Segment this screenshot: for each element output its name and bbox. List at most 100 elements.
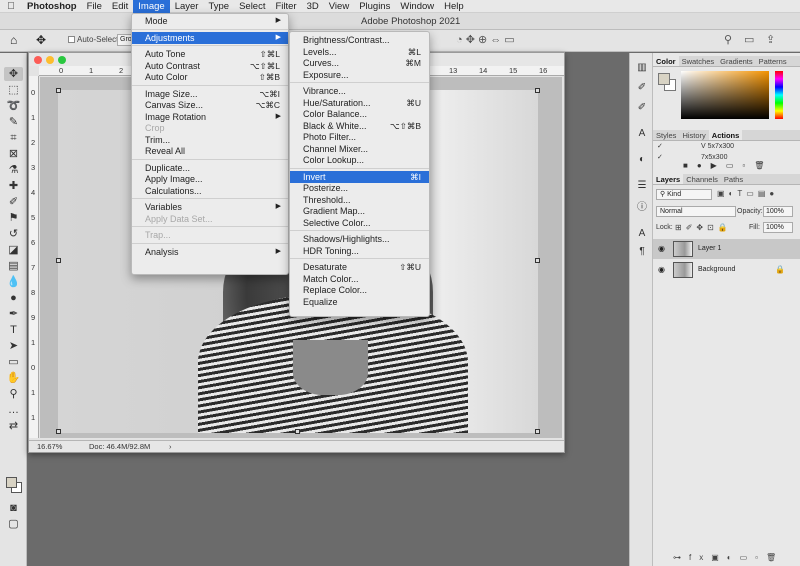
adjustments-item-selective-color[interactable]: Selective Color... bbox=[290, 217, 429, 229]
blend-mode-dropdown[interactable]: Normal bbox=[656, 206, 736, 217]
layer-row[interactable]: ◉ Background 🔒 bbox=[653, 260, 800, 280]
image-menu-item-canvas-size[interactable]: Canvas Size... ⌥⌘C bbox=[132, 99, 288, 111]
blur-tool-icon[interactable]: 💧 bbox=[4, 275, 23, 289]
image-menu-item-reveal-all[interactable]: Reveal All bbox=[132, 145, 288, 157]
menu-file[interactable]: File bbox=[82, 0, 107, 13]
adjustments-item-posterize[interactable]: Posterize... bbox=[290, 182, 429, 194]
image-menu-item-analysis[interactable]: Analysis ▶ bbox=[132, 246, 288, 258]
transform-handle[interactable] bbox=[56, 429, 61, 434]
clone-stamp-icon[interactable]: ⚑ bbox=[4, 211, 23, 225]
menu-select[interactable]: Select bbox=[234, 0, 270, 13]
zoom-window-icon[interactable] bbox=[58, 56, 66, 64]
adjustments-item-vibrance[interactable]: Vibrance... bbox=[290, 85, 429, 97]
search-icon[interactable]: ⚲ bbox=[724, 33, 732, 46]
close-window-icon[interactable] bbox=[34, 56, 42, 64]
transform-handle[interactable] bbox=[56, 258, 61, 263]
adjustments-item-curves[interactable]: Curves... ⌘M bbox=[290, 57, 429, 69]
adjustments-item-color-balance[interactable]: Color Balance... bbox=[290, 108, 429, 120]
tab-actions[interactable]: Actions bbox=[708, 130, 743, 140]
pen-tool-icon[interactable]: ✒ bbox=[4, 307, 23, 321]
tab-history[interactable]: History bbox=[679, 130, 708, 140]
layer-filter-dropdown[interactable]: ⚲ Kind bbox=[656, 189, 712, 200]
healing-brush-icon[interactable]: ✚ bbox=[4, 179, 23, 193]
menu-help[interactable]: Help bbox=[439, 0, 469, 13]
transform-handle[interactable] bbox=[535, 258, 540, 263]
screen-mode-icon[interactable]: ▢ bbox=[4, 517, 23, 531]
adjustments-item-photo-filter[interactable]: Photo Filter... bbox=[290, 131, 429, 143]
properties-panel-icon[interactable]: ☰ bbox=[635, 179, 649, 193]
transform-handle[interactable] bbox=[535, 429, 540, 434]
tab-styles[interactable]: Styles bbox=[653, 130, 679, 140]
layer-row[interactable]: ◉ Layer 1 bbox=[653, 239, 800, 259]
hue-slider[interactable] bbox=[775, 71, 783, 119]
image-menu-item-image-rotation[interactable]: Image Rotation ▶ bbox=[132, 111, 288, 123]
eye-icon[interactable]: ◉ bbox=[658, 265, 665, 274]
menu-view[interactable]: View bbox=[324, 0, 354, 13]
menu-image[interactable]: Image bbox=[133, 0, 170, 13]
path-select-icon[interactable]: ➤ bbox=[4, 339, 23, 353]
more-tools-icon[interactable]: … bbox=[4, 403, 23, 417]
menu-photoshop[interactable]: Photoshop bbox=[22, 0, 82, 13]
color-field[interactable] bbox=[681, 71, 769, 119]
transform-handle[interactable] bbox=[56, 88, 61, 93]
image-menu-item-auto-contrast[interactable]: Auto Contrast ⌥⇧⌘L bbox=[132, 60, 288, 72]
adjustments-item-color-lookup[interactable]: Color Lookup... bbox=[290, 154, 429, 166]
workspace-icon[interactable]: ▭ bbox=[744, 33, 754, 46]
adjustments-item-gradient-map[interactable]: Gradient Map... bbox=[290, 205, 429, 217]
eyedropper-tool-icon[interactable]: ⚗ bbox=[4, 163, 23, 177]
foreground-color-chip[interactable] bbox=[658, 73, 670, 85]
layer-footer-buttons[interactable]: ⊶fx▣◐▭▫🗑 bbox=[673, 553, 784, 562]
apple-icon[interactable]:  bbox=[0, 1, 22, 12]
type-tool-icon[interactable]: T bbox=[4, 323, 23, 337]
brush-tool-icon[interactable]: ✐ bbox=[4, 195, 23, 209]
tab-layers[interactable]: Layers bbox=[653, 174, 684, 184]
adjustments-item-brightness-contrast[interactable]: Brightness/Contrast... bbox=[290, 34, 429, 46]
history-panel-icon[interactable]: ▥ bbox=[635, 61, 649, 75]
eye-icon[interactable]: ◉ bbox=[658, 244, 665, 253]
image-menu-item-image-size[interactable]: Image Size... ⌥⌘I bbox=[132, 88, 288, 100]
gradient-tool-icon[interactable]: ▤ bbox=[4, 259, 23, 273]
action-controls[interactable]: ■●▶▭▫🗑 bbox=[683, 161, 773, 170]
home-icon[interactable]: ⌂ bbox=[10, 33, 24, 47]
tab-gradients[interactable]: Gradients bbox=[717, 56, 756, 66]
layer-filter-icons[interactable]: ▣◐T▭▤● bbox=[717, 189, 778, 198]
quick-select-tool-icon[interactable]: ✎ bbox=[4, 115, 23, 129]
checkmark-icon[interactable]: ✓ bbox=[657, 153, 663, 162]
brush-settings-icon[interactable]: ✐ bbox=[635, 81, 649, 95]
menu-layer[interactable]: Layer bbox=[170, 0, 204, 13]
clone-source-icon[interactable]: ✐ bbox=[635, 101, 649, 115]
adjustments-item-levels[interactable]: Levels... ⌘L bbox=[290, 46, 429, 58]
frame-tool-icon[interactable]: ⊠ bbox=[4, 147, 23, 161]
image-menu-item-auto-color[interactable]: Auto Color ⇧⌘B bbox=[132, 71, 288, 83]
tab-paths[interactable]: Paths bbox=[721, 174, 746, 184]
checkbox-icon[interactable] bbox=[68, 36, 75, 43]
tab-color[interactable]: Color bbox=[653, 56, 679, 66]
menu-window[interactable]: Window bbox=[395, 0, 439, 13]
menu-3d[interactable]: 3D bbox=[302, 0, 324, 13]
adjustments-item-desaturate[interactable]: Desaturate ⇧⌘U bbox=[290, 261, 429, 273]
zoom-level[interactable]: 16.67% bbox=[37, 441, 62, 453]
transform-handle[interactable] bbox=[535, 88, 540, 93]
chevron-right-icon[interactable]: › bbox=[169, 441, 172, 453]
tab-swatches[interactable]: Swatches bbox=[679, 56, 718, 66]
adjustments-item-shadows-highlights[interactable]: Shadows/Highlights... bbox=[290, 233, 429, 245]
eraser-tool-icon[interactable]: ◪ bbox=[4, 243, 23, 257]
fill-field[interactable]: 100% bbox=[763, 222, 793, 233]
move-tool-icon[interactable]: ✥ bbox=[36, 33, 46, 47]
menu-type[interactable]: Type bbox=[203, 0, 234, 13]
edit-toolbar-icon[interactable]: ⇄ bbox=[4, 419, 23, 433]
tab-channels[interactable]: Channels bbox=[683, 174, 721, 184]
paragraph-panel-icon[interactable]: ¶ bbox=[635, 245, 649, 259]
minimize-window-icon[interactable] bbox=[46, 56, 54, 64]
character-panel-icon[interactable]: A bbox=[635, 127, 649, 141]
adjustments-item-invert[interactable]: Invert ⌘I bbox=[290, 170, 429, 183]
image-menu-item-mode[interactable]: Mode ▶ bbox=[132, 15, 288, 27]
tab-patterns[interactable]: Patterns bbox=[756, 56, 790, 66]
rectangle-tool-icon[interactable]: ▭ bbox=[4, 355, 23, 369]
menu-edit[interactable]: Edit bbox=[107, 0, 133, 13]
lock-icons[interactable]: ⊞✐✥⊡🔒 bbox=[675, 223, 732, 232]
image-menu-item-adjustments[interactable]: Adjustments ▶ bbox=[132, 31, 288, 44]
hand-tool-icon[interactable]: ✋ bbox=[4, 371, 23, 385]
auto-select-checkbox[interactable]: Auto-Select: bbox=[68, 35, 121, 44]
action-row[interactable]: ✓ V 5x7x300 bbox=[653, 142, 800, 151]
